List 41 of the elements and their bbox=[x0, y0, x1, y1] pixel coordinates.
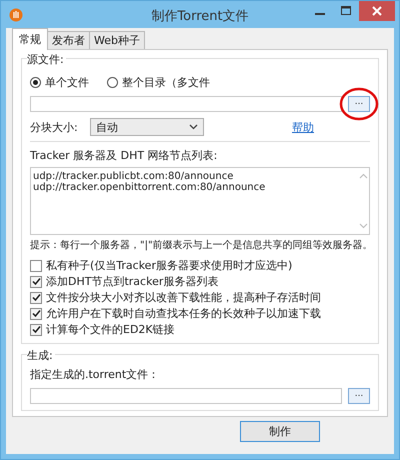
radio-label: 整个目录（多文件 bbox=[122, 75, 210, 90]
browse-button[interactable]: ... bbox=[348, 96, 370, 112]
browse-button[interactable]: ... bbox=[348, 388, 370, 404]
group-title: 生成: bbox=[27, 348, 55, 363]
checkbox-label: 允许用户在下载时自动查找本任务的长效种子以加速下载 bbox=[46, 306, 321, 321]
radio-button[interactable] bbox=[107, 77, 118, 88]
window-title: 制作Torrent文件 bbox=[150, 8, 250, 25]
radio-label: 单个文件 bbox=[45, 75, 89, 90]
piece-size-dropdown[interactable]: 自动 bbox=[90, 118, 204, 136]
tab[interactable]: 常规 bbox=[12, 28, 48, 50]
checkbox-label: 计算每个文件的ED2K链接 bbox=[46, 322, 175, 337]
checkbox[interactable] bbox=[30, 308, 42, 320]
checkbox-label: 文件按分块大小对齐以改善下载性能，提高种子存活时间 bbox=[46, 290, 321, 305]
output-path-field[interactable] bbox=[30, 388, 342, 404]
close-button[interactable] bbox=[359, 1, 395, 21]
checkbox[interactable] bbox=[30, 324, 42, 336]
tracker-list-field[interactable]: udp://tracker.publicbt.com:80/announce udp://tracker.openbittorrent.com:80/announce bbox=[30, 167, 370, 235]
highlight-circle bbox=[339, 87, 379, 121]
close-icon bbox=[372, 6, 382, 16]
tab[interactable]: Web种子 bbox=[89, 31, 145, 49]
checkbox-label: 私有种子(仅当Tracker服务器要求使用时才应选中) bbox=[46, 258, 292, 273]
chevron-icon bbox=[189, 124, 198, 130]
piece-size-label: 分块大小: bbox=[30, 120, 79, 134]
output-label: 指定生成的.torrent文件： bbox=[30, 367, 160, 382]
tracker-url: udp://tracker.openbittorrent.com:80/announce bbox=[33, 182, 266, 193]
scroll-down-icon bbox=[358, 223, 368, 229]
checkbox-label: 添加DHT节点到tracker服务器列表 bbox=[46, 274, 218, 289]
tracker-list-label: Tracker 服务器及 DHT 网络节点列表: bbox=[30, 148, 218, 163]
tracker-url: udp://tracker.publicbt.com:80/announce bbox=[33, 171, 234, 182]
group-title: 源文件: bbox=[27, 52, 66, 67]
app-icon bbox=[9, 8, 23, 22]
source-path-field[interactable] bbox=[30, 96, 342, 112]
checkbox[interactable] bbox=[30, 276, 42, 288]
scroll-up-icon bbox=[358, 173, 368, 179]
checkbox[interactable] bbox=[30, 292, 42, 304]
tab[interactable]: 发布者 bbox=[47, 31, 90, 49]
help-link[interactable]: 帮助 bbox=[292, 120, 314, 134]
radio-button[interactable] bbox=[30, 77, 41, 88]
checkbox[interactable] bbox=[30, 260, 42, 272]
hint-text: 提示：每行一个服务器，"|"前缀表示与上一个是信息共享的同组等效服务器。 bbox=[30, 238, 370, 252]
create-button[interactable]: 制作 bbox=[240, 421, 320, 442]
